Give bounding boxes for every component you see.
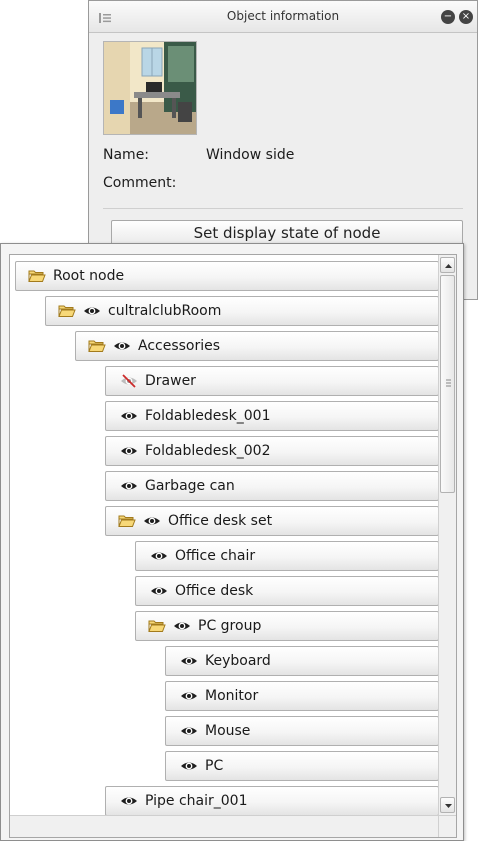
tree-node-row[interactable]: Pipe chair_001: [105, 786, 439, 815]
scroll-down-button[interactable]: [440, 797, 455, 813]
tree-node-label: Office chair: [175, 548, 256, 564]
tree-node-row[interactable]: Accessories: [75, 331, 439, 361]
folder-open-icon: [148, 620, 166, 632]
eye-icon[interactable]: [143, 514, 161, 528]
tree-node-label: Keyboard: [205, 653, 271, 669]
tree-node-label: Accessories: [138, 338, 221, 354]
eye-icon[interactable]: [180, 724, 198, 738]
folder-open-icon: [118, 515, 136, 527]
eye-icon[interactable]: [173, 619, 191, 633]
tree-node-label: PC group: [198, 618, 262, 634]
arrow-down-icon: [445, 804, 452, 808]
scroll-up-button[interactable]: [440, 257, 455, 273]
tree-node-label: Garbage can: [145, 478, 235, 494]
eye-icon[interactable]: [150, 549, 168, 563]
tree-node-label: PC: [205, 758, 224, 774]
tree-node-label: Drawer: [145, 373, 196, 389]
horizontal-scrollbar[interactable]: [10, 815, 439, 837]
tree-node-label: Office desk: [175, 583, 254, 599]
object-thumbnail: [103, 41, 197, 135]
eye-icon[interactable]: [120, 794, 138, 808]
tree-node-row[interactable]: Mouse: [165, 716, 439, 746]
object-information-titlebar[interactable]: Object information − ×: [89, 1, 477, 33]
eye-icon[interactable]: [180, 759, 198, 773]
tree-node-label: Office desk set: [168, 513, 273, 529]
tree-node-row[interactable]: Root node: [15, 261, 439, 291]
close-icon[interactable]: ×: [459, 10, 473, 24]
tree-node-row[interactable]: cultralclubRoom: [45, 296, 439, 326]
classroom-thumbnail-image: [104, 42, 196, 134]
arrow-up-icon: [445, 264, 452, 268]
eye-icon[interactable]: [150, 584, 168, 598]
folder-open-icon: [58, 305, 76, 317]
tree-node-row[interactable]: Foldabledesk_002: [105, 436, 439, 466]
tree-node-row[interactable]: Monitor: [165, 681, 439, 711]
tree-node-row[interactable]: Office desk set: [105, 506, 439, 536]
panel-title: Object information: [226, 9, 340, 23]
scroll-thumb[interactable]: [440, 275, 455, 493]
name-value: Window side: [206, 147, 295, 163]
tree-node-row[interactable]: Office desk: [135, 576, 439, 606]
tree-node-row[interactable]: PC group: [135, 611, 439, 641]
tree-node-label: Foldabledesk_001: [145, 408, 271, 424]
eye-icon[interactable]: [180, 654, 198, 668]
tree-node-label: Mouse: [205, 723, 251, 739]
tree-node-label: Foldabledesk_002: [145, 443, 271, 459]
vertical-scrollbar[interactable]: [438, 255, 456, 815]
tree-node-row[interactable]: Drawer: [105, 366, 439, 396]
thumb-grip-icon: [446, 379, 451, 387]
scroll-corner: [438, 815, 456, 837]
folder-open-icon: [88, 340, 106, 352]
eye-icon[interactable]: [180, 689, 198, 703]
tree-node-row[interactable]: Foldabledesk_001: [105, 401, 439, 431]
eye-icon[interactable]: [113, 339, 131, 353]
node-tree-frame: Root node cultralclubRoom Accessories Drawe…: [9, 254, 457, 838]
tree-node-label: Monitor: [205, 688, 259, 704]
eye-hidden-icon[interactable]: [120, 374, 138, 388]
tree-node-row[interactable]: Keyboard: [165, 646, 439, 676]
folder-open-icon: [28, 270, 46, 282]
eye-icon[interactable]: [120, 479, 138, 493]
tree-node-label: cultralclubRoom: [108, 303, 222, 319]
tree-node-label: Pipe chair_001: [145, 793, 248, 809]
node-tree-dialog: Root node cultralclubRoom Accessories Drawe…: [0, 243, 464, 841]
tree-node-row[interactable]: Office chair: [135, 541, 439, 571]
eye-icon[interactable]: [120, 444, 138, 458]
node-tree-list: Root node cultralclubRoom Accessories Drawe…: [10, 255, 439, 815]
comment-label: Comment:: [103, 175, 177, 191]
tree-node-row[interactable]: Garbage can: [105, 471, 439, 501]
tree-node-row[interactable]: PC: [165, 751, 439, 781]
tree-node-label: Root node: [53, 268, 125, 284]
eye-icon[interactable]: [83, 304, 101, 318]
name-label: Name:: [103, 147, 150, 163]
eye-icon[interactable]: [120, 409, 138, 423]
minimize-icon[interactable]: −: [441, 10, 455, 24]
divider: [103, 208, 463, 209]
